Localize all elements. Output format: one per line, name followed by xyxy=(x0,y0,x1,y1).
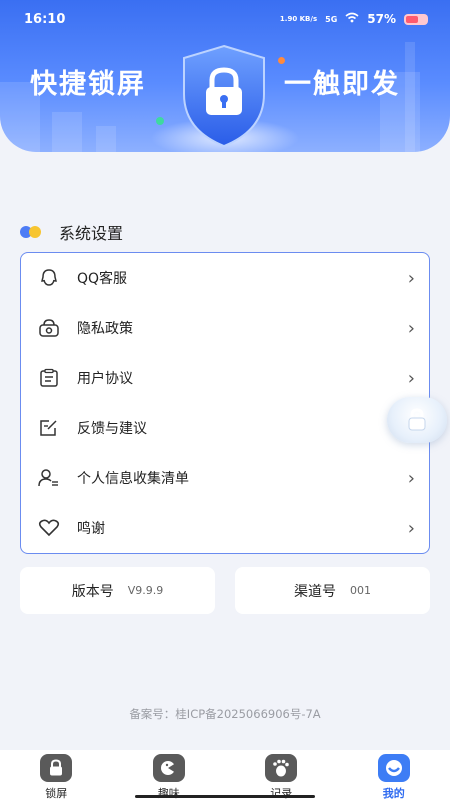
feedback-icon xyxy=(37,416,61,440)
version-label: 版本号 xyxy=(71,583,114,600)
section-title: 系统设置 xyxy=(59,224,124,243)
settings-item-feedback[interactable]: 反馈与建议 xyxy=(21,403,429,453)
nav-label: 锁屏 xyxy=(45,787,68,800)
chevron-right-icon: › xyxy=(407,467,415,489)
privacy-icon xyxy=(37,316,61,340)
footprint-icon xyxy=(265,754,298,782)
settings-item-personal-info-list[interactable]: 个人信息收集清单 › xyxy=(21,453,429,503)
lock-icon xyxy=(40,754,73,782)
chevron-right-icon: › xyxy=(407,517,415,539)
settings-item-privacy-policy[interactable]: 隐私政策 › xyxy=(21,303,429,353)
section-header: 系统设置 xyxy=(20,220,123,244)
settings-item-label: 鸣谢 xyxy=(77,521,105,537)
settings-item-label: 用户协议 xyxy=(77,371,133,387)
heart-icon xyxy=(37,516,61,540)
chevron-right-icon: › xyxy=(407,317,415,339)
nav-label: 我的 xyxy=(382,787,405,800)
qq-icon xyxy=(37,266,61,290)
settings-item-label: 反馈与建议 xyxy=(77,421,147,437)
settings-list: QQ客服 › 隐私政策 › 用户协议 › 反馈与建议 个人信息收集清单 › 鸣谢 xyxy=(20,252,430,554)
lock-icon xyxy=(408,408,426,431)
hero-title-left: 快捷锁屏 xyxy=(30,69,146,100)
signal-indicator: 5G xyxy=(325,14,338,24)
hero-title-right: 一触即发 xyxy=(284,69,400,100)
game-icon xyxy=(152,754,185,782)
version-card: 版本号 V9.9.9 xyxy=(20,567,215,614)
battery-percent: 57% xyxy=(367,12,396,26)
battery-icon xyxy=(404,13,428,25)
chevron-right-icon: › xyxy=(407,367,415,389)
settings-item-label: 个人信息收集清单 xyxy=(77,471,189,487)
settings-item-qq-service[interactable]: QQ客服 › xyxy=(21,253,429,303)
profile-icon xyxy=(377,754,410,782)
settings-item-user-agreement[interactable]: 用户协议 › xyxy=(21,353,429,403)
settings-item-thanks[interactable]: 鸣谢 › xyxy=(21,503,429,553)
chevron-right-icon: › xyxy=(407,267,415,289)
nav-item-mine[interactable]: 我的 xyxy=(354,754,434,800)
channel-value: 001 xyxy=(350,584,371,597)
nav-item-fun[interactable]: 趣味 xyxy=(129,754,209,800)
user-list-icon xyxy=(37,466,61,490)
home-indicator[interactable] xyxy=(135,795,315,798)
shield-lock-icon xyxy=(183,44,265,148)
status-bar: 16:10 1.90 KB/s 5G 57% xyxy=(0,0,450,38)
section-dots-icon xyxy=(20,226,44,238)
channel-card: 渠道号 001 xyxy=(235,567,430,614)
version-value: V9.9.9 xyxy=(127,584,164,597)
wifi-icon xyxy=(345,12,359,26)
net-speed: 1.90 KB/s xyxy=(279,15,318,23)
bottom-nav: 锁屏 趣味 记录 我的 xyxy=(0,750,450,800)
nav-item-lock[interactable]: 锁屏 xyxy=(16,754,96,800)
settings-item-label: 隐私政策 xyxy=(77,321,133,337)
header-banner: 16:10 1.90 KB/s 5G 57% 快捷锁屏 一触即发 xyxy=(0,0,450,152)
icp-record[interactable]: 备案号：桂ICP备2025066906号-7A xyxy=(0,706,450,722)
channel-label: 渠道号 xyxy=(294,583,336,600)
floating-lock-button[interactable] xyxy=(387,397,447,443)
settings-item-label: QQ客服 xyxy=(77,271,128,287)
status-time: 16:10 xyxy=(24,11,66,27)
nav-item-records[interactable]: 记录 xyxy=(241,754,321,800)
clipboard-icon xyxy=(37,366,61,390)
